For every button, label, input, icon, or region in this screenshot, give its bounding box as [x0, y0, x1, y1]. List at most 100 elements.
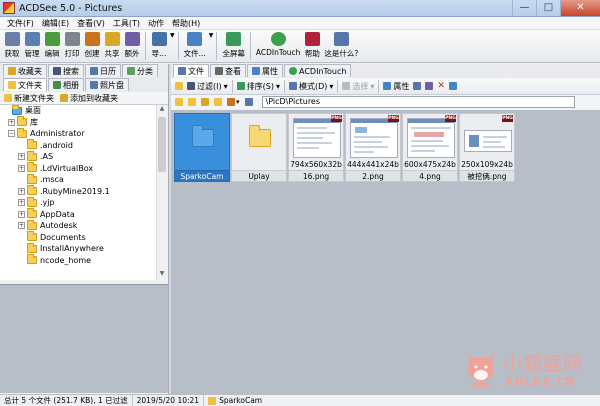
- filter-button[interactable]: 过滤(I) ▾: [187, 81, 228, 92]
- expand-icon[interactable]: +: [18, 153, 25, 161]
- tree-item[interactable]: + .yjp: [0, 196, 156, 209]
- tab-calendar[interactable]: 日历: [85, 64, 121, 77]
- folder-icon: [27, 254, 37, 265]
- tree-item-desktop[interactable]: 桌面: [0, 105, 156, 117]
- scroll-down-icon[interactable]: ▼: [157, 270, 167, 280]
- tab-albums[interactable]: 相册: [48, 78, 84, 91]
- tree-item[interactable]: ncode_home: [0, 254, 156, 267]
- thumbnail-item[interactable]: SparkoCam: [174, 113, 230, 182]
- refresh-icon[interactable]: [201, 98, 209, 106]
- expand-icon[interactable]: +: [18, 199, 25, 207]
- whats-this-button[interactable]: 这是什么?: [322, 32, 360, 59]
- folder-icon[interactable]: [214, 98, 222, 106]
- thumbnail-item[interactable]: PNG 600x475x24b 4.png: [402, 113, 458, 182]
- fullscreen-button[interactable]: 全屏幕: [220, 32, 247, 59]
- history-dropdown[interactable]: ▾: [227, 98, 240, 106]
- thumbnail-name: 2.png: [346, 170, 400, 181]
- share-button[interactable]: 共享: [102, 32, 122, 59]
- tab-properties[interactable]: 属性: [247, 64, 283, 77]
- tree-item[interactable]: + .RubyMine2019.1: [0, 185, 156, 198]
- navigate-dropdown-icon[interactable]: ▼: [170, 32, 175, 39]
- tab-photo-disk[interactable]: 照片盘: [85, 78, 129, 91]
- rename-button[interactable]: [448, 82, 457, 90]
- create-button[interactable]: 创建: [82, 32, 102, 59]
- menu-view[interactable]: 查看(V): [73, 18, 109, 29]
- manage-button[interactable]: 管理: [22, 32, 42, 59]
- tree-scrollbar[interactable]: ▲ ▼: [156, 105, 167, 280]
- move-button[interactable]: [425, 82, 434, 90]
- help-button[interactable]: 帮助: [302, 32, 322, 59]
- new-folder-icon: [4, 94, 12, 102]
- menu-edit[interactable]: 编辑(E): [38, 18, 73, 29]
- copy-button[interactable]: [413, 82, 422, 90]
- menu-actions[interactable]: 动作: [144, 18, 168, 29]
- scrollbar-thumb[interactable]: [158, 117, 166, 172]
- new-folder-button[interactable]: 新建文件夹: [4, 93, 54, 104]
- extra-button[interactable]: 额外: [122, 32, 142, 59]
- tab-files[interactable]: 文件: [173, 64, 209, 77]
- thumbnail-item[interactable]: PNG 444x441x24b 2.png: [345, 113, 401, 182]
- select-button[interactable]: 选择 ▾: [342, 81, 374, 92]
- expand-icon[interactable]: +: [18, 164, 25, 172]
- chevron-down-icon: ▾: [329, 81, 334, 91]
- thumbnail-name: Uplay: [232, 170, 286, 181]
- tab-folders[interactable]: 文件夹: [3, 78, 47, 91]
- tree-item[interactable]: + .AS: [0, 150, 156, 163]
- tree-item[interactable]: .msca: [0, 173, 156, 186]
- print-button[interactable]: 打印: [62, 32, 82, 59]
- sort-button[interactable]: 排序(S) ▾: [236, 81, 280, 92]
- mode-button[interactable]: 模式(D) ▾: [288, 81, 334, 92]
- collapse-icon[interactable]: −: [8, 130, 15, 138]
- watermark: 小狐狸网 XHLKS.CN: [463, 343, 595, 393]
- file-button[interactable]: 文件...: [182, 32, 208, 59]
- scroll-up-icon[interactable]: ▲: [157, 105, 167, 115]
- maximize-button[interactable]: □: [536, 0, 560, 16]
- tree-item-administrator[interactable]: − Administrator: [0, 127, 156, 140]
- thumbnail-name: 16.png: [289, 170, 343, 181]
- folder-up-icon[interactable]: [175, 98, 183, 106]
- minimize-button[interactable]: —: [512, 0, 536, 16]
- edit-button[interactable]: 编辑: [42, 32, 62, 59]
- folder-icon[interactable]: [188, 98, 196, 106]
- tab-category[interactable]: 分类: [122, 64, 158, 77]
- folder-tree[interactable]: 桌面 + 库 − Administrator .android + .AS + .LdV…: [0, 105, 156, 280]
- tab-acdintouch[interactable]: ACDInTouch: [284, 64, 352, 77]
- add-favorites-icon: [60, 94, 68, 102]
- tree-item-library[interactable]: + 库: [0, 116, 156, 129]
- acquire-button[interactable]: 获取: [2, 32, 22, 59]
- tree-item[interactable]: + Autodesk: [0, 219, 156, 232]
- folder-icon: [27, 150, 37, 161]
- tab-search[interactable]: 搜索: [48, 64, 84, 77]
- properties-button[interactable]: 属性: [383, 81, 409, 92]
- add-to-favorites-button[interactable]: 添加到收藏夹: [60, 93, 118, 104]
- expand-icon[interactable]: +: [18, 222, 25, 230]
- close-button[interactable]: ✕: [560, 0, 600, 16]
- expand-icon[interactable]: +: [18, 210, 25, 218]
- expand-icon[interactable]: +: [18, 187, 25, 195]
- file-dropdown-icon[interactable]: ▼: [209, 32, 214, 39]
- menu-help[interactable]: 帮助(H): [168, 18, 204, 29]
- tree-item[interactable]: + AppData: [0, 208, 156, 221]
- tree-item[interactable]: Documents: [0, 231, 156, 244]
- tab-view[interactable]: 查看: [210, 64, 246, 77]
- thumbnail-item[interactable]: PNG 794x560x32b 16.png: [288, 113, 344, 182]
- thumbnail-name: 被挖俩.png: [460, 170, 514, 181]
- tree-item[interactable]: + .LdVirtualBox: [0, 162, 156, 175]
- navigate-button[interactable]: 导...: [149, 32, 169, 59]
- menu-file[interactable]: 文件(F): [3, 18, 38, 29]
- acdintouch-button[interactable]: ACDInTouch: [254, 32, 303, 57]
- delete-button[interactable]: ✕: [437, 81, 445, 91]
- tab-favorites[interactable]: 收藏夹: [3, 64, 47, 77]
- filter-icon: [187, 82, 195, 90]
- library-icon: [17, 116, 27, 127]
- image-dimensions: 250x109x24b: [461, 160, 513, 169]
- bookmark-icon[interactable]: [244, 98, 253, 106]
- menu-tools[interactable]: 工具(T): [109, 18, 144, 29]
- path-input[interactable]: \PicD\Pictures: [261, 96, 575, 108]
- thumbnail-item[interactable]: PNG 250x109x24b 被挖俩.png: [459, 113, 515, 182]
- expand-icon[interactable]: +: [8, 118, 15, 126]
- tree-item[interactable]: InstallAnywhere: [0, 242, 156, 255]
- tree-item[interactable]: .android: [0, 139, 156, 152]
- folder-back-button[interactable]: [175, 82, 183, 90]
- thumbnail-item[interactable]: Uplay: [231, 113, 287, 182]
